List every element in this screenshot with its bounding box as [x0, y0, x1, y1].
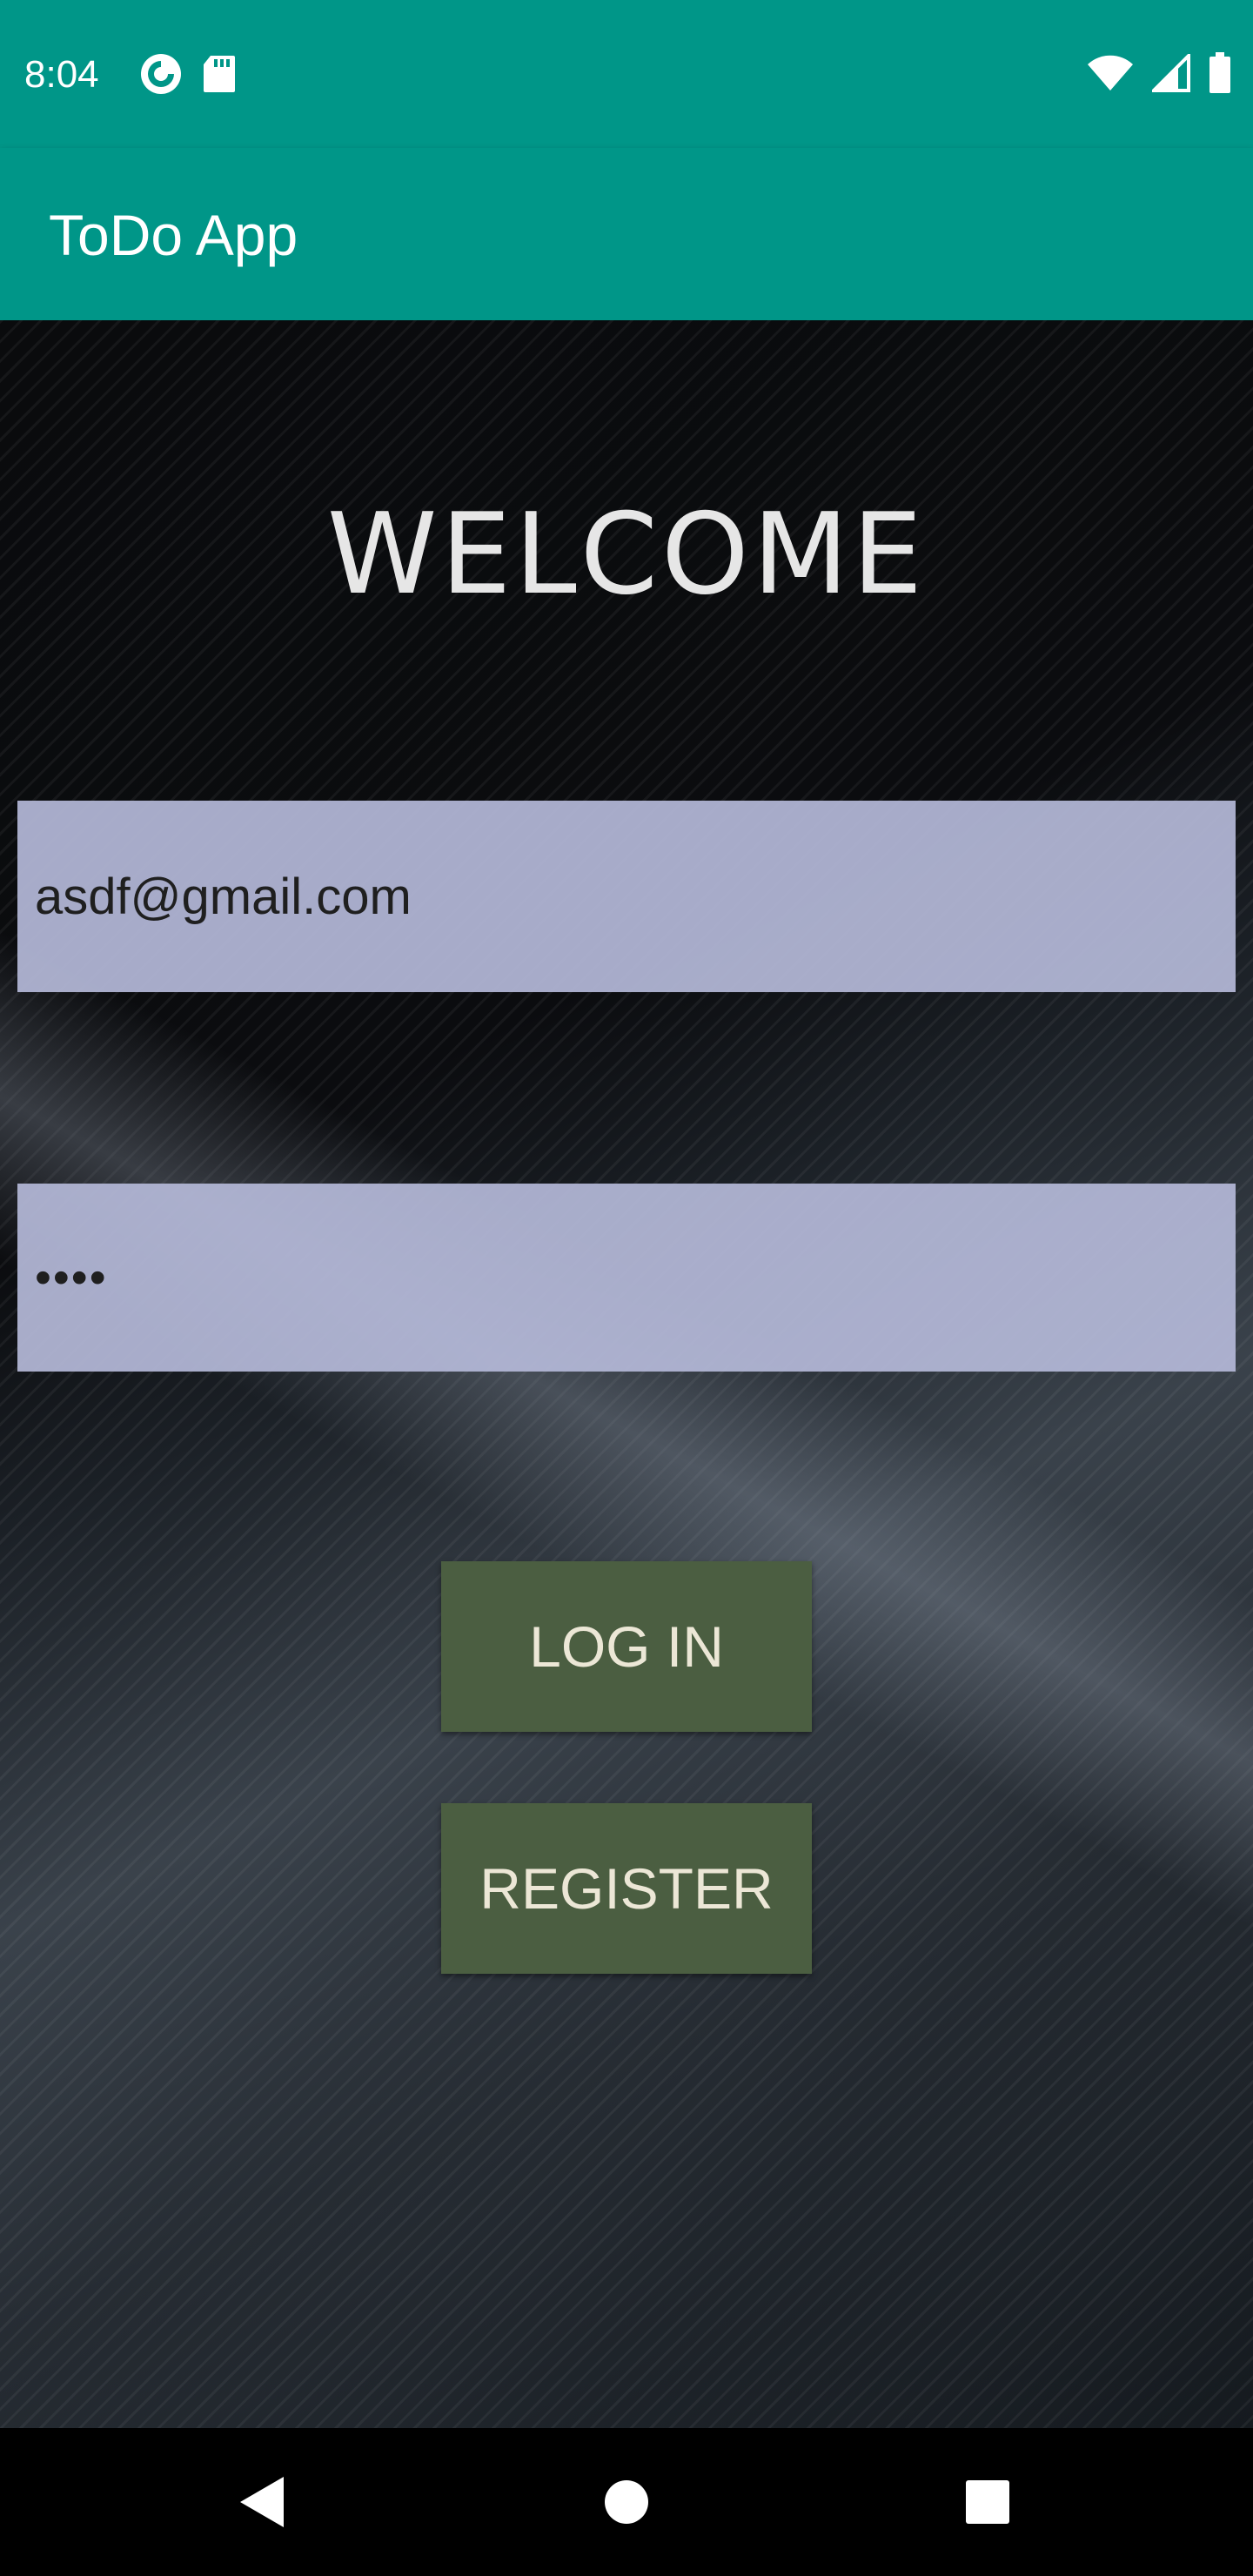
welcome-heading: WELCOME: [326, 490, 927, 620]
back-icon[interactable]: [231, 2472, 291, 2532]
recents-icon[interactable]: [957, 2472, 1018, 2532]
login-button[interactable]: LOG IN: [441, 1561, 812, 1732]
app-bar: ToDo App: [0, 148, 1253, 320]
login-content: WELCOME asdf@gmail.com •••• LOG IN REGIS…: [0, 320, 1253, 2428]
register-button[interactable]: REGISTER: [441, 1803, 812, 1974]
navigation-bar: [0, 2428, 1253, 2576]
home-icon[interactable]: [596, 2472, 657, 2532]
status-icons-left: [139, 52, 237, 100]
cell-signal-icon: [1149, 51, 1190, 97]
pocket-casts-icon: [139, 52, 183, 100]
login-screen: 8:04 ToDo App WELCOME asdf@gmail.com •••…: [0, 0, 1253, 2576]
battery-icon: [1208, 52, 1232, 98]
app-title: ToDo App: [49, 203, 298, 267]
status-bar: 8:04: [0, 0, 1253, 148]
wifi-icon: [1086, 54, 1135, 97]
status-icons-right: [1086, 51, 1232, 98]
status-time: 8:04: [24, 53, 99, 96]
email-field[interactable]: asdf@gmail.com: [17, 801, 1236, 992]
sd-card-icon: [202, 54, 237, 98]
password-field[interactable]: ••••: [17, 1184, 1236, 1372]
